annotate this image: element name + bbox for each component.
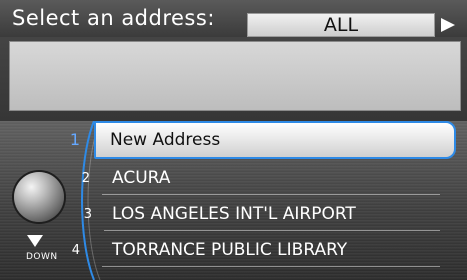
list-item-label[interactable]: New Address	[110, 130, 220, 150]
row-divider	[102, 266, 440, 267]
list-item-label[interactable]: ACURA	[112, 168, 170, 188]
row-divider	[102, 194, 440, 195]
list-item-number: 3	[83, 207, 92, 222]
filter-field[interactable]: ALL	[247, 13, 435, 37]
address-select-screen: Select an address: ALL 1 New Address 2 A…	[0, 0, 467, 280]
row-divider	[104, 230, 440, 231]
list-item-number: 1	[69, 130, 80, 149]
filter-value: ALL	[323, 14, 359, 36]
next-arrow-button[interactable]	[437, 14, 459, 36]
address-display-area	[9, 41, 461, 111]
list-item-label[interactable]: LOS ANGELES INT'L AIRPORT	[112, 204, 356, 224]
play-arrow-icon	[441, 18, 455, 32]
list-item-label[interactable]: TORRANCE PUBLIC LIBRARY	[112, 240, 347, 260]
list-item-number: 4	[71, 243, 80, 258]
page-title: Select an address:	[12, 6, 215, 30]
list-item-number: 2	[81, 171, 90, 186]
header-bar: Select an address: ALL	[0, 0, 467, 37]
knob-icon[interactable]	[14, 172, 64, 222]
down-label: DOWN	[26, 252, 58, 262]
